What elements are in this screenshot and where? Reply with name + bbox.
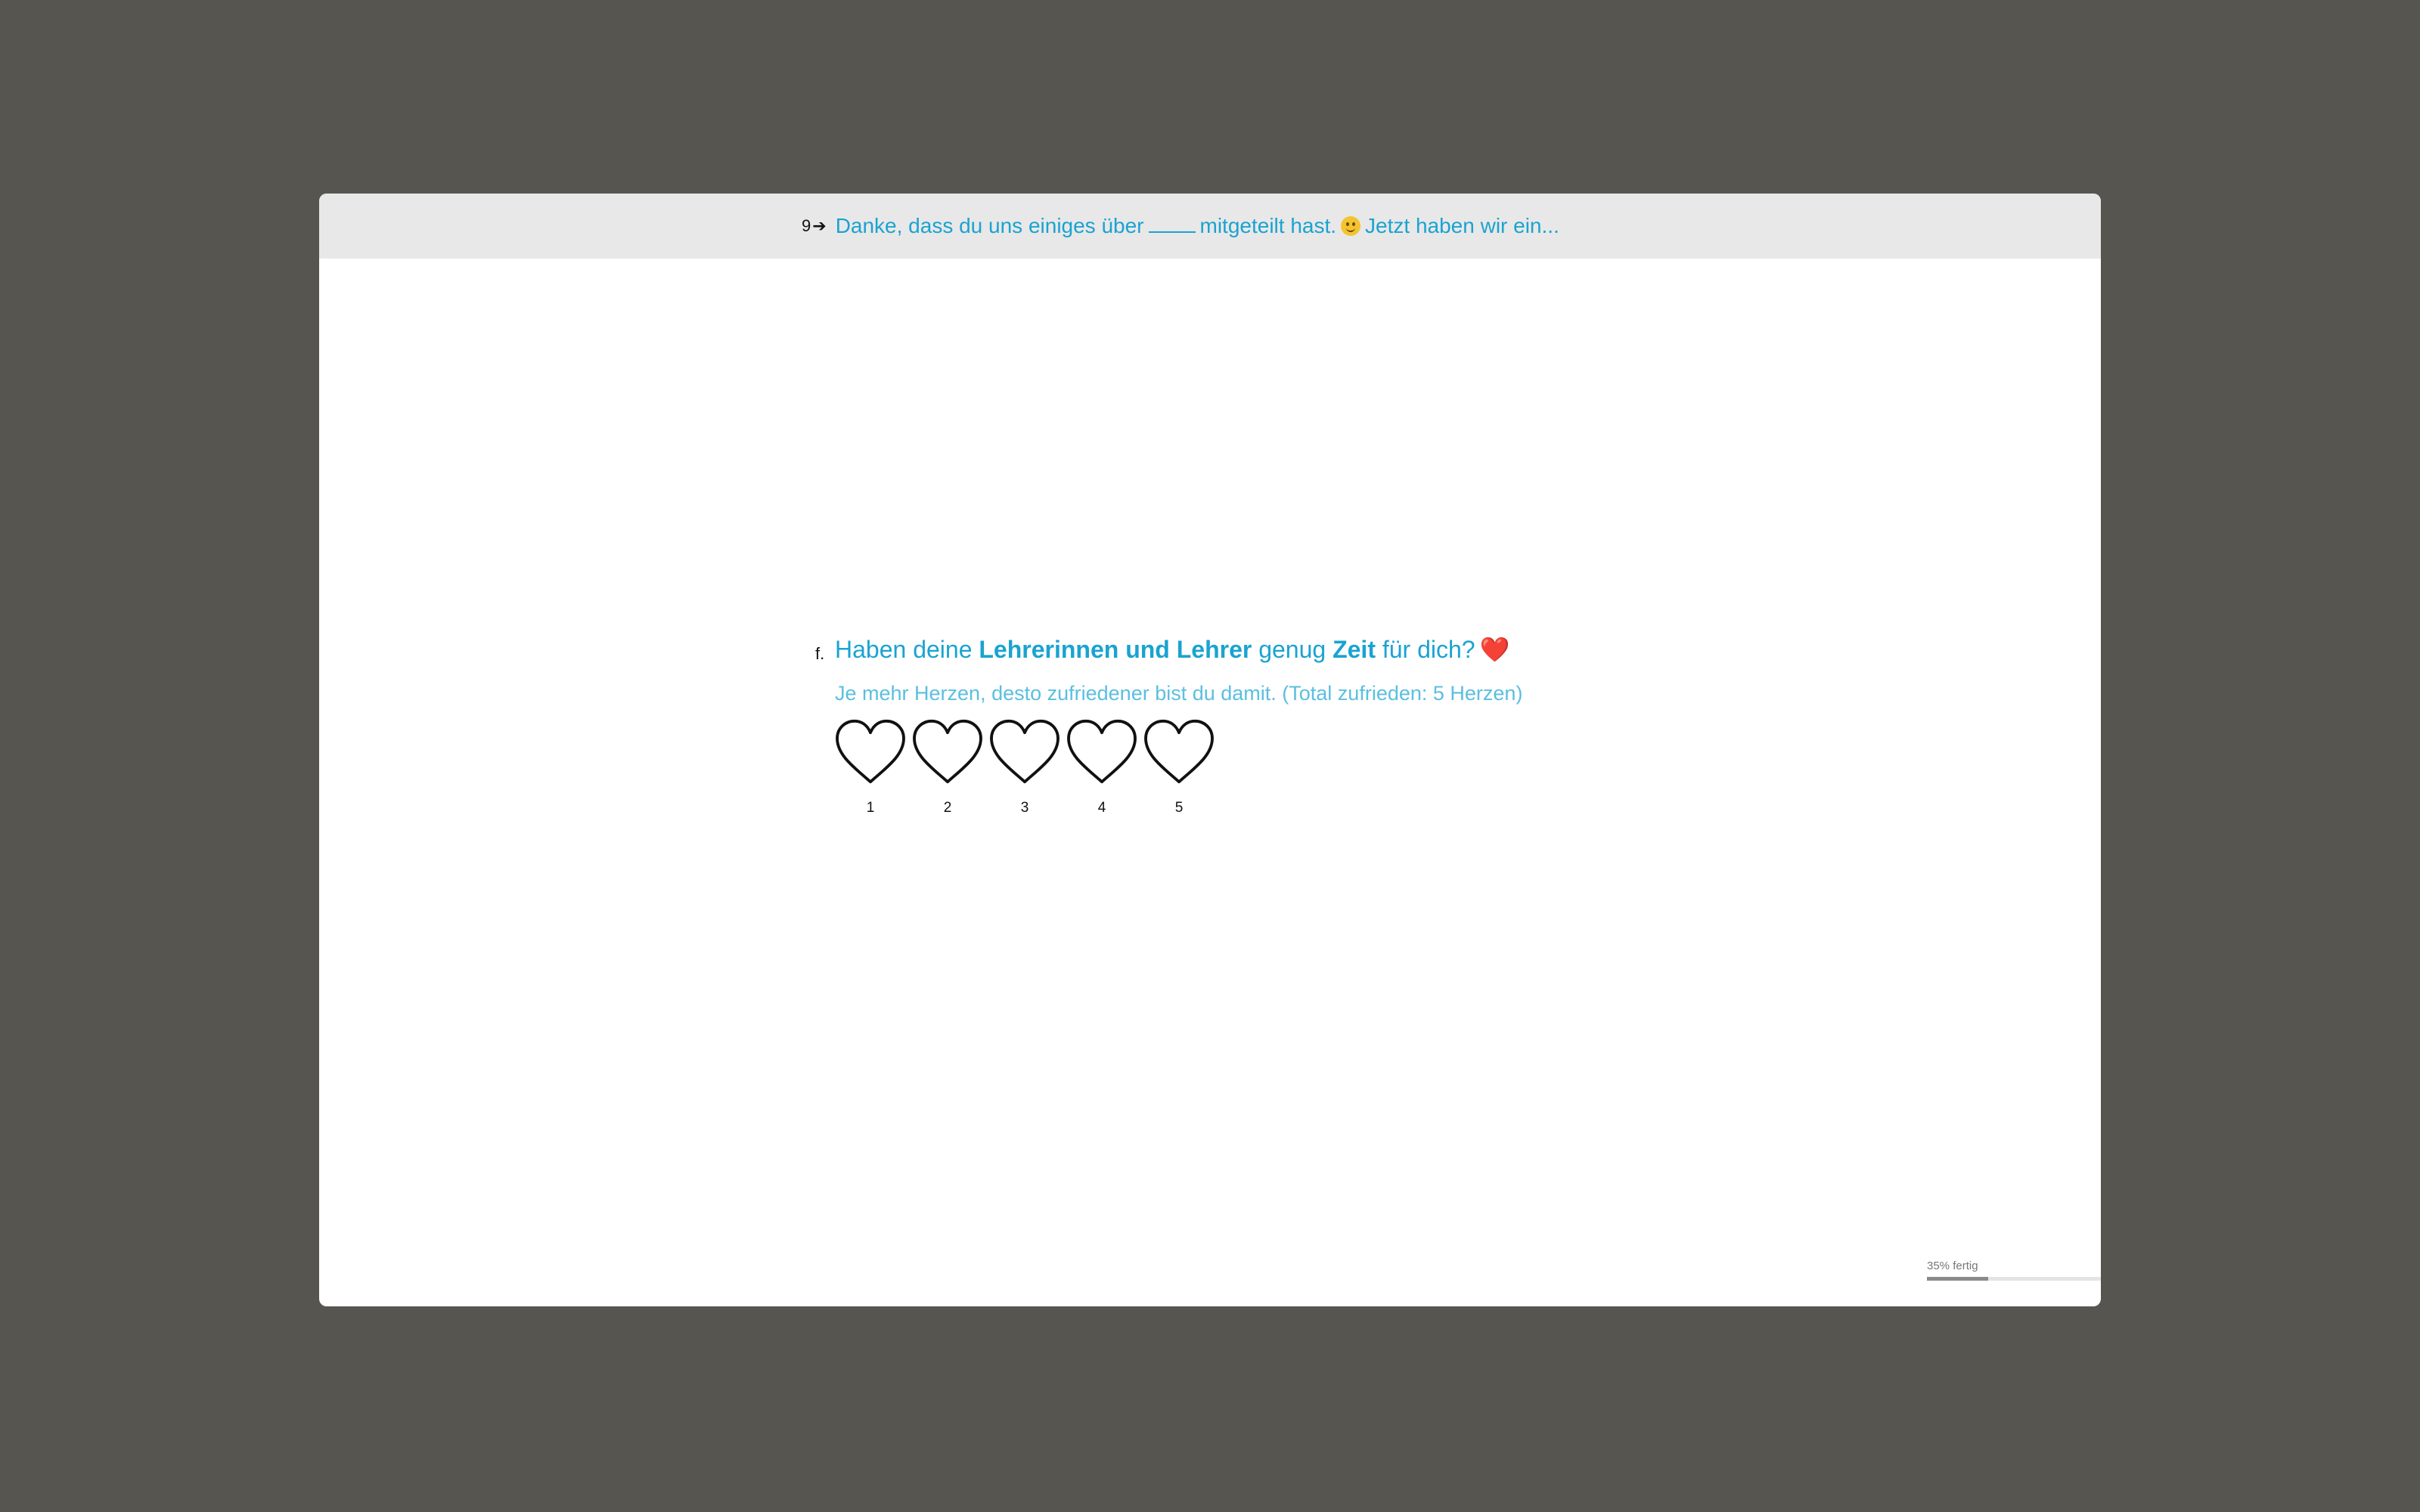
heart-rating: 1 2 3 4 5 (832, 718, 1218, 816)
question-header-bar[interactable]: 9 ➔ Danke, dass du uns einiges über mitge… (319, 194, 2101, 259)
heart-outline-icon[interactable] (1066, 718, 1138, 785)
progress-label: 35% fertig (1927, 1259, 1978, 1272)
heart-rating-option-3[interactable]: 3 (986, 718, 1063, 816)
arrow-right-icon: ➔ (812, 216, 827, 235)
heart-rating-label: 4 (1097, 800, 1106, 816)
heart-rating-option-5[interactable]: 5 (1140, 718, 1218, 816)
progress-indicator: 35% fertig (1927, 1259, 2101, 1281)
header-title-after-blank: mitgeteilt hast. (1199, 214, 1337, 237)
smile-emoji-icon (1341, 216, 1361, 236)
heart-rating-label: 5 (1174, 800, 1184, 816)
heart-rating-option-2[interactable]: 2 (909, 718, 986, 816)
blank-placeholder (1148, 218, 1196, 233)
question-text-bold1: Lehrerinnen und Lehrer (979, 636, 1252, 663)
header-title-before-blank: Danke, dass du uns einiges über (835, 214, 1144, 237)
question-letter: f. (815, 644, 825, 663)
heart-rating-option-1[interactable]: 1 (832, 718, 909, 816)
question-text-bold2: Zeit (1333, 636, 1376, 663)
heart-rating-label: 1 (866, 800, 875, 816)
heart-outline-icon[interactable] (834, 718, 907, 785)
progress-track (1927, 1277, 2101, 1281)
heart-rating-option-4[interactable]: 4 (1063, 718, 1140, 816)
question-number: 9 (802, 216, 811, 235)
question-text-part3: für dich? (1375, 636, 1475, 663)
header-title[interactable]: Danke, dass du uns einiges über mitgeteil… (836, 214, 1559, 238)
heart-rating-label: 3 (1020, 800, 1029, 816)
progress-fill (1927, 1277, 1988, 1281)
red-heart-icon: ❤️ (1479, 636, 1510, 663)
question-subtitle: Je mehr Herzen, desto zufriedener bist d… (835, 682, 1523, 705)
header-title-end: Jetzt haben wir ein... (1365, 214, 1559, 237)
heart-outline-icon[interactable] (988, 718, 1061, 785)
question-text-part1: Haben deine (835, 636, 979, 663)
heart-outline-icon[interactable] (1143, 718, 1215, 785)
question-text-part2: genug (1252, 636, 1333, 663)
survey-window: 9 ➔ Danke, dass du uns einiges über mitge… (319, 194, 2101, 1306)
heart-outline-icon[interactable] (911, 718, 984, 785)
header-content: 9 ➔ Danke, dass du uns einiges über mitge… (802, 194, 1559, 259)
question-text: Haben deine Lehrerinnen und Lehrer genug… (835, 635, 1509, 664)
heart-rating-label: 2 (943, 800, 952, 816)
